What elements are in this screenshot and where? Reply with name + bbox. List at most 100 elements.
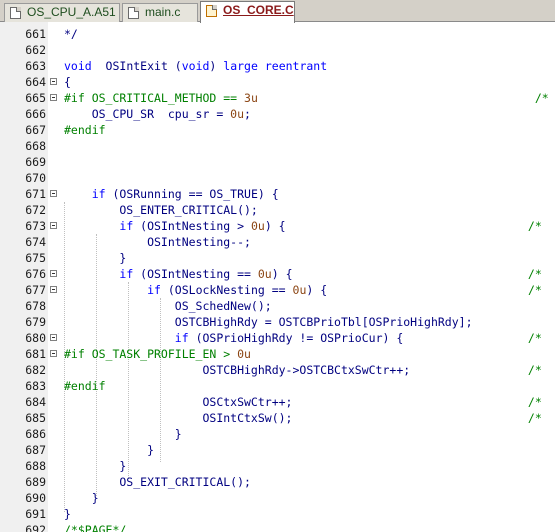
code-text: OSTCBHighRdy = OSTCBPrioTbl[OSPrioHighRd… (64, 315, 473, 329)
code-line[interactable]: 668 (0, 138, 555, 154)
code-text: OS_SchedNew(); (64, 299, 272, 313)
code-line[interactable]: 685 OSIntCtxSw(); /* (0, 410, 555, 426)
tab-label: OS_CPU_A.A51 (27, 5, 116, 19)
code-line[interactable]: 669 (0, 154, 555, 170)
line-number: 684 (25, 395, 46, 409)
line-number: 691 (25, 507, 46, 521)
line-number: 675 (25, 251, 46, 265)
code-line[interactable]: 683 #endif (0, 378, 555, 394)
line-number: 672 (25, 203, 46, 217)
line-number: 687 (25, 443, 46, 457)
line-number: 680 (25, 331, 46, 345)
line-number: 666 (25, 107, 46, 121)
code-text: OSIntNesting--; (64, 235, 251, 249)
code-text: OSIntCtxSw(); /* (64, 411, 542, 425)
line-number: 668 (25, 139, 46, 153)
line-number: 682 (25, 363, 46, 377)
fold-toggle-icon[interactable] (50, 222, 57, 229)
code-text: if (OSPrioHighRdy != OSPrioCur) { /* (174, 331, 542, 345)
line-number: 664 (25, 75, 46, 89)
code-text: } (64, 443, 155, 457)
line-number: 663 (25, 59, 46, 73)
fold-toggle-icon[interactable] (50, 270, 57, 277)
code-line[interactable]: 671 if (OSRunning == OS_TRUE) { (0, 186, 555, 202)
line-number: 692 (25, 523, 46, 532)
code-line[interactable]: 674 OSIntNesting--; (0, 234, 555, 250)
code-text: { (64, 75, 71, 89)
line-number: 690 (25, 491, 46, 505)
file-icon (128, 7, 139, 19)
line-number: 662 (25, 43, 46, 57)
code-text: if (OSLockNesting == 0u) { /* (147, 283, 542, 297)
line-number: 679 (25, 315, 46, 329)
tab-label: OS_CORE.C (223, 3, 294, 17)
code-line[interactable]: 689 OS_EXIT_CRITICAL(); (0, 474, 555, 490)
code-line[interactable]: 684 OSCtxSwCtr++; /* (0, 394, 555, 410)
fold-toggle-icon[interactable] (50, 78, 57, 85)
code-editor[interactable]: 661 */ 662 663 void OSIntExit (void) large r… (0, 22, 555, 532)
code-text: OSTCBHighRdy->OSTCBCtxSwCtr++; /* (64, 363, 542, 377)
code-line[interactable]: 686 } (0, 426, 555, 442)
code-line[interactable]: 678 OS_SchedNew(); (0, 298, 555, 314)
code-line[interactable]: 664 { (0, 74, 555, 90)
code-lines: 661 */ 662 663 void OSIntExit (void) large r… (0, 26, 555, 532)
line-number: 681 (25, 347, 46, 361)
code-line[interactable]: 663 void OSIntExit (void) large reentrant (0, 58, 555, 74)
tab-os-cpu-a-a51[interactable]: OS_CPU_A.A51 (4, 3, 120, 22)
code-line[interactable]: 691} (0, 506, 555, 522)
code-line[interactable]: 661 */ (0, 26, 555, 42)
code-text: OS_ENTER_CRITICAL(); (64, 203, 258, 217)
code-line[interactable]: 675 } (0, 250, 555, 266)
code-line[interactable]: 677 if (OSLockNesting == 0u) { /* (0, 282, 555, 298)
line-number: 689 (25, 475, 46, 489)
code-line[interactable]: 681 #if OS_TASK_PROFILE_EN > 0u (0, 346, 555, 362)
file-icon (206, 5, 217, 17)
code-text: OS_EXIT_CRITICAL(); (64, 475, 251, 489)
code-text: if (OSIntNesting == 0u) { /* (119, 267, 542, 281)
code-line[interactable]: 688 } (0, 458, 555, 474)
code-text: /*$PAGE*/ (64, 523, 127, 532)
tab-label: main.c (145, 5, 181, 19)
code-line[interactable]: 673 if (OSIntNesting > 0u) { /* (0, 218, 555, 234)
code-text: if (OSRunning == OS_TRUE) { (91, 187, 279, 201)
code-line[interactable]: 665 #if OS_CRITICAL_METHOD == 3u /* (0, 90, 555, 106)
code-text: OSCtxSwCtr++; /* (64, 395, 542, 409)
code-line[interactable]: 666 OS_CPU_SR cpu_sr = 0u; (0, 106, 555, 122)
code-text: #endif (64, 123, 106, 137)
code-text: void OSIntExit (void) large reentrant (64, 59, 328, 73)
code-line[interactable]: 690 } (0, 490, 555, 506)
file-icon (10, 7, 21, 19)
code-text: } (64, 251, 127, 265)
line-number: 661 (25, 27, 46, 41)
code-line[interactable]: 680 if (OSPrioHighRdy != OSPrioCur) { /* (0, 330, 555, 346)
code-line[interactable]: 670 (0, 170, 555, 186)
line-number: 667 (25, 123, 46, 137)
line-number: 678 (25, 299, 46, 313)
code-line[interactable]: 667 #endif (0, 122, 555, 138)
fold-toggle-icon[interactable] (50, 286, 57, 293)
line-number: 670 (25, 171, 46, 185)
fold-toggle-icon[interactable] (50, 94, 57, 101)
fold-toggle-icon[interactable] (50, 334, 57, 341)
fold-toggle-icon[interactable] (50, 190, 57, 197)
tab-main-c[interactable]: main.c (122, 3, 198, 22)
fold-toggle-icon[interactable] (50, 350, 57, 357)
code-text: } (64, 459, 127, 473)
line-number: 674 (25, 235, 46, 249)
line-number: 683 (25, 379, 46, 393)
code-line[interactable]: 662 (0, 42, 555, 58)
code-text: #if OS_CRITICAL_METHOD == 3u /* (64, 91, 549, 105)
code-line[interactable]: 687 } (0, 442, 555, 458)
code-line[interactable]: 676 if (OSIntNesting == 0u) { /* (0, 266, 555, 282)
code-line[interactable]: 682 OSTCBHighRdy->OSTCBCtxSwCtr++; /* (0, 362, 555, 378)
code-line[interactable]: 679 OSTCBHighRdy = OSTCBPrioTbl[OSPrioHi… (0, 314, 555, 330)
code-text: */ (64, 27, 78, 41)
line-number: 677 (25, 283, 46, 297)
code-line[interactable]: 672 OS_ENTER_CRITICAL(); (0, 202, 555, 218)
line-number: 676 (25, 267, 46, 281)
line-number: 669 (25, 155, 46, 169)
code-line[interactable]: 692 /*$PAGE*/ (0, 522, 555, 532)
line-number: 673 (25, 219, 46, 233)
line-number: 685 (25, 411, 46, 425)
tab-os-core-c[interactable]: OS_CORE.C (200, 1, 295, 23)
